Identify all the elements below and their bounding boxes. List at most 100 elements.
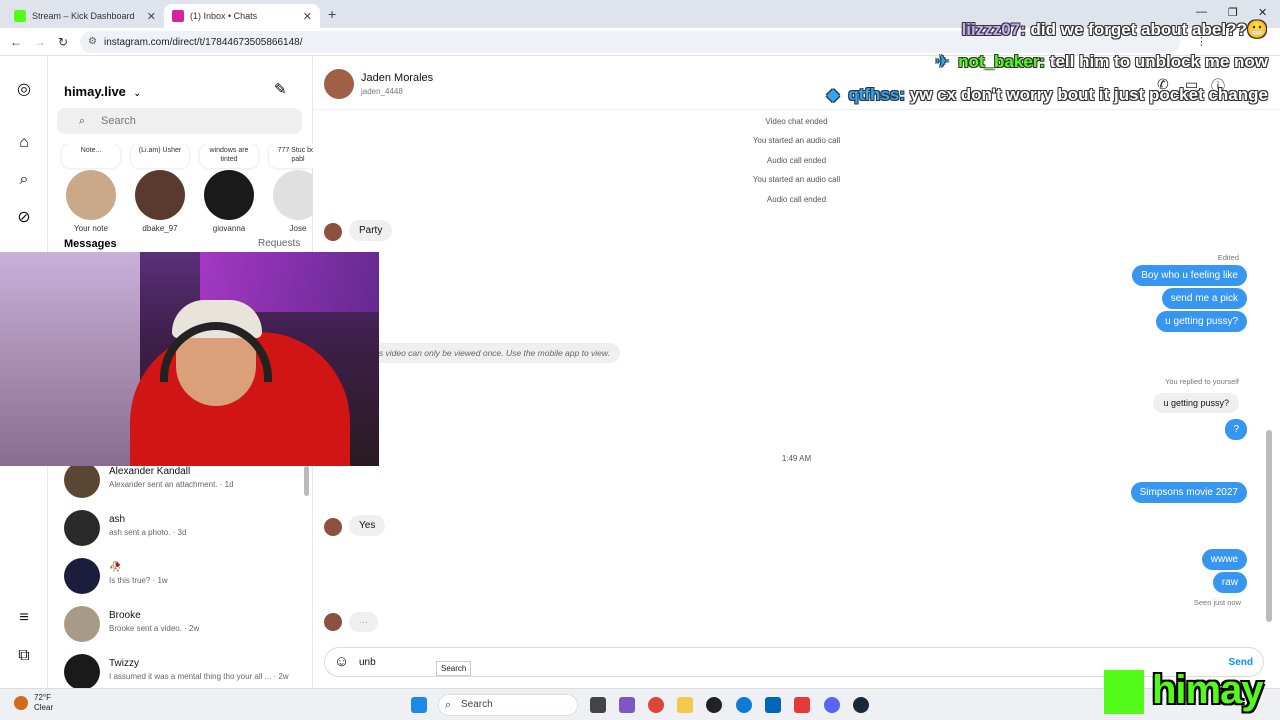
incoming-message[interactable]: Party xyxy=(349,220,393,241)
close-window-icon[interactable]: ✕ xyxy=(1258,6,1267,19)
list-item[interactable]: ash ash sent a photo. · 3d xyxy=(48,506,310,554)
list-item[interactable]: Brooke Brooke sent a video. · 2w xyxy=(48,602,310,650)
outgoing-message[interactable]: Boy who u feeling like xyxy=(1132,265,1247,286)
forward-icon[interactable]: → xyxy=(34,35,46,49)
weather-temp: 72°F xyxy=(34,693,51,702)
seen-status: Seen just now xyxy=(1193,598,1241,607)
avatar[interactable] xyxy=(324,69,354,99)
inbox-scrollbar[interactable] xyxy=(304,466,309,496)
contact-name[interactable]: Jaden Morales xyxy=(361,72,433,84)
requests-link[interactable]: Requests xyxy=(258,238,300,249)
outgoing-message[interactable]: raw xyxy=(1212,572,1247,593)
start-icon[interactable] xyxy=(411,697,427,713)
search-icon[interactable]: ⌕ xyxy=(14,170,34,190)
message-input[interactable]: unb xyxy=(359,657,376,668)
kick-logo-icon xyxy=(1104,670,1144,714)
conversation-preview: Brooke sent a video. · 2w xyxy=(109,624,200,633)
note-item[interactable]: windows are tinted giovanna xyxy=(194,144,264,233)
conversation-list: Alexander Kandall Alexander sent an atta… xyxy=(48,458,310,698)
account-username: himay.live xyxy=(64,84,126,99)
search-icon: ⌕ xyxy=(445,699,452,711)
tab-instagram-inbox[interactable]: (1) Inbox • Chats ✕ xyxy=(164,4,320,28)
overlay-chat-line: ◆ qtfhss: yw cx don't worry bout it just… xyxy=(827,85,1268,105)
note-bubble: Note... xyxy=(62,144,120,168)
emoji-icon[interactable]: ☺ xyxy=(334,653,349,670)
tab-title: (1) Inbox • Chats xyxy=(190,11,258,21)
system-message: You started an audio call xyxy=(752,175,841,184)
account-switcher[interactable]: himay.live ⌄ xyxy=(64,84,141,99)
new-tab-icon[interactable]: + xyxy=(328,6,336,22)
avatar xyxy=(64,606,100,642)
chat-username: qtfhss: xyxy=(848,85,905,104)
avatar xyxy=(64,558,100,594)
note-item[interactable]: Note... Your note xyxy=(56,144,126,233)
note-item[interactable]: (Li.am) Usher dbake_97 xyxy=(125,144,195,233)
explore-icon[interactable]: ⊘ xyxy=(14,208,34,228)
taskbar-search[interactable]: ⌕ Search xyxy=(438,694,578,716)
quoted-reply[interactable]: u getting pussy? xyxy=(1153,393,1239,413)
avatar xyxy=(135,170,185,220)
kick-favicon-icon xyxy=(14,10,26,22)
new-message-icon[interactable]: ✎ xyxy=(274,80,287,98)
send-button[interactable]: Send xyxy=(1229,657,1253,668)
task-view-icon[interactable] xyxy=(590,697,606,713)
meta-apps-icon[interactable]: ⧉ xyxy=(14,646,34,666)
minimize-icon[interactable]: — xyxy=(1196,6,1207,18)
outgoing-message[interactable]: send me a pick xyxy=(1161,288,1247,309)
reload-icon[interactable]: ↻ xyxy=(58,35,68,49)
avatar xyxy=(64,510,100,546)
avatar xyxy=(66,170,116,220)
youtube-icon[interactable] xyxy=(794,697,810,713)
outgoing-message[interactable]: ? xyxy=(1225,419,1247,440)
system-message: Audio call ended xyxy=(766,156,827,165)
conversation-preview: Alexander sent an attachment. · 1d xyxy=(109,480,234,489)
view-once-message[interactable]: is video can only be viewed once. Use th… xyxy=(373,343,620,363)
note-name: Jose xyxy=(289,224,307,233)
chrome-icon[interactable] xyxy=(648,697,664,713)
home-icon[interactable]: ⌂ xyxy=(14,133,34,153)
windows-taskbar: 72°F Clear ⌕ Search xyxy=(0,688,1280,720)
outgoing-message[interactable]: u getting pussy? xyxy=(1156,311,1247,332)
chat-text: did we forget about abel??😬 xyxy=(1030,20,1268,39)
back-icon[interactable]: ← xyxy=(10,35,22,49)
system-message: You started an audio call xyxy=(752,136,841,145)
search-icon: ⌕ xyxy=(79,115,86,127)
timestamp: 1:49 AM xyxy=(781,454,812,463)
note-bubble: windows are tinted xyxy=(200,144,258,168)
search-placeholder: Search xyxy=(101,115,136,127)
list-item[interactable]: 🥀 Is this true? · 1w xyxy=(48,554,310,602)
maximize-icon[interactable]: ❐ xyxy=(1228,6,1238,19)
edge-icon[interactable] xyxy=(736,697,752,713)
steam-icon[interactable] xyxy=(853,697,869,713)
scrollbar-thumb[interactable] xyxy=(1266,430,1272,622)
contact-username: jaden_4448 xyxy=(361,87,403,96)
avatar xyxy=(324,518,342,536)
site-info-icon[interactable]: ⚙ xyxy=(88,36,97,47)
screen: Stream – Kick Dashboard ✕ (1) Inbox • Ch… xyxy=(0,0,1280,720)
file-explorer-icon[interactable] xyxy=(677,697,693,713)
edited-label: Edited xyxy=(1217,253,1239,262)
conversation-name: Alexander Kandall xyxy=(109,466,191,477)
close-tab-icon[interactable]: ✕ xyxy=(303,10,312,23)
note-bubble: (Li.am) Usher xyxy=(131,144,189,168)
avatar xyxy=(64,462,100,498)
incoming-message[interactable]: Yes xyxy=(349,515,386,536)
inbox-search-input[interactable]: ⌕ Search xyxy=(57,108,302,134)
tab-kick-dashboard[interactable]: Stream – Kick Dashboard ✕ xyxy=(6,4,164,28)
app-icon[interactable] xyxy=(706,697,722,713)
discord-icon[interactable] xyxy=(824,697,840,713)
more-menu-icon[interactable]: ≡ xyxy=(14,608,34,628)
weather-icon xyxy=(14,696,28,710)
instagram-logo-icon[interactable]: ◎ xyxy=(14,80,34,100)
close-tab-icon[interactable]: ✕ xyxy=(147,10,156,23)
chat-panel: Jaden Morales jaden_4448 ✆ ▭ ⓘ Video cha… xyxy=(313,56,1280,688)
note-item[interactable]: 777 Stuc boy pabl Jose xyxy=(263,144,313,233)
outgoing-message[interactable]: Simpsons movie 2027 xyxy=(1130,482,1247,503)
store-icon[interactable] xyxy=(765,697,781,713)
system-message: Video chat ended xyxy=(765,117,828,126)
chat-scrollbar[interactable] xyxy=(1266,120,1272,680)
outgoing-message[interactable]: wwwe xyxy=(1201,549,1247,570)
weather-condition: Clear xyxy=(34,703,54,712)
note-name: Your note xyxy=(74,224,108,233)
copilot-icon[interactable] xyxy=(619,697,635,713)
